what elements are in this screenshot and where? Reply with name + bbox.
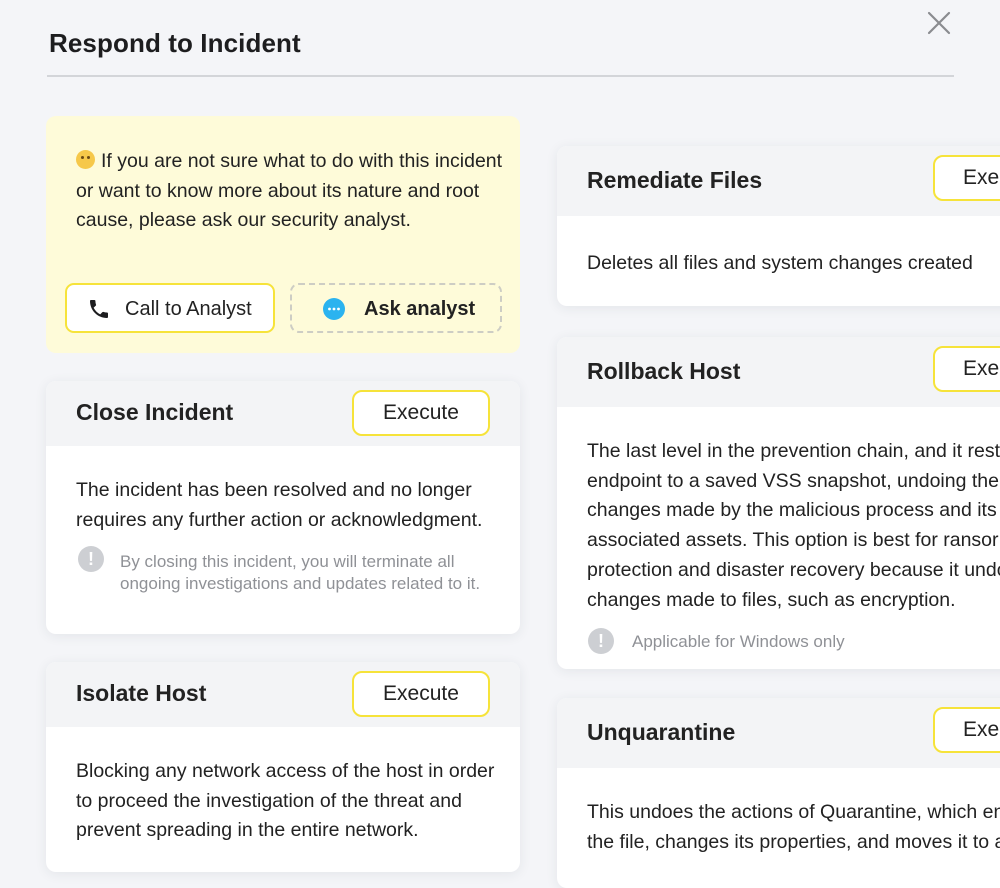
- remediate-files-execute-button[interactable]: Exe: [933, 155, 1000, 201]
- rollback-desc-line: changes made to files, such as encryptio…: [587, 588, 956, 611]
- rollback-host-header: Rollback Host Exe: [557, 337, 1000, 407]
- remediate-files-header: Remediate Files Exe: [557, 146, 1000, 216]
- ask-analyst-button[interactable]: Ask analyst: [290, 283, 502, 333]
- remediate-files-description: Deletes all files and system changes cre…: [587, 252, 973, 274]
- close-icon: [927, 11, 951, 35]
- rollback-desc-line: changes made by the malicious process an…: [587, 499, 997, 522]
- isolate-host-header: Isolate Host Execute: [46, 662, 520, 727]
- rollback-desc-line: associated assets. This option is best f…: [587, 529, 999, 552]
- rollback-host-title: Rollback Host: [587, 358, 741, 384]
- close-incident-execute-button[interactable]: Execute: [352, 390, 490, 436]
- close-incident-card: Close Incident Execute The incident has …: [46, 381, 520, 634]
- isolate-host-execute-button[interactable]: Execute: [352, 671, 490, 717]
- analyst-help-card: If you are not sure what to do with this…: [46, 116, 520, 353]
- close-incident-note: By closing this incident, you will termi…: [120, 552, 481, 593]
- remediate-files-card: Remediate Files Exe Deletes all files an…: [557, 146, 1000, 306]
- help-message-text: If you are not sure what to do with this…: [76, 150, 503, 232]
- rollback-host-execute-button[interactable]: Exe: [933, 346, 1000, 392]
- close-incident-description: The incident has been resolved and no lo…: [76, 479, 483, 531]
- unquarantine-description: This undoes the actions of Quarantine, w…: [587, 798, 1000, 857]
- call-analyst-label: Call to Analyst: [125, 298, 252, 320]
- close-incident-header: Close Incident Execute: [46, 381, 520, 446]
- help-message: If you are not sure what to do with this…: [76, 147, 506, 236]
- rollback-host-description: The last level in the prevention chain, …: [587, 437, 1000, 615]
- ask-analyst-label: Ask analyst: [364, 298, 476, 320]
- unquarantine-header: Unquarantine Exe: [557, 698, 1000, 768]
- rollback-host-card: Rollback Host Exe The last level in the …: [557, 337, 1000, 669]
- unquarantine-title: Unquarantine: [587, 719, 736, 745]
- rollback-desc-line: protection and disaster recovery because…: [587, 558, 1000, 581]
- chat-bubble-icon: [323, 298, 345, 320]
- exclamation-icon: !: [78, 546, 104, 572]
- remediate-files-title: Remediate Files: [587, 167, 763, 193]
- unquarantine-execute-button[interactable]: Exe: [933, 707, 1000, 753]
- close-button[interactable]: [924, 8, 954, 38]
- isolate-host-title: Isolate Host: [76, 680, 207, 706]
- unquarantine-card: Unquarantine Exe This undoes the actions…: [557, 698, 1000, 888]
- rollback-desc-line: The last level in the prevention chain, …: [587, 440, 1000, 462]
- unquarantine-desc-line: This undoes the actions of Quarantine, w…: [587, 801, 1000, 823]
- exclamation-icon: !: [588, 628, 614, 654]
- phone-icon: [90, 300, 108, 318]
- call-analyst-button[interactable]: Call to Analyst: [65, 283, 275, 333]
- rollback-host-note: Applicable for Windows only: [632, 632, 845, 651]
- title-divider: [47, 75, 954, 77]
- isolate-host-description: Blocking any network access of the host …: [76, 760, 495, 842]
- page-title: Respond to Incident: [49, 28, 301, 58]
- unquarantine-desc-line: the file, changes its properties, and mo…: [587, 830, 1000, 853]
- isolate-host-card: Isolate Host Execute Blocking any networ…: [46, 662, 520, 872]
- thinking-emoji-icon: [76, 150, 95, 169]
- close-incident-title: Close Incident: [76, 399, 234, 425]
- rollback-desc-line: endpoint to a saved VSS snapshot, undoin…: [587, 469, 999, 492]
